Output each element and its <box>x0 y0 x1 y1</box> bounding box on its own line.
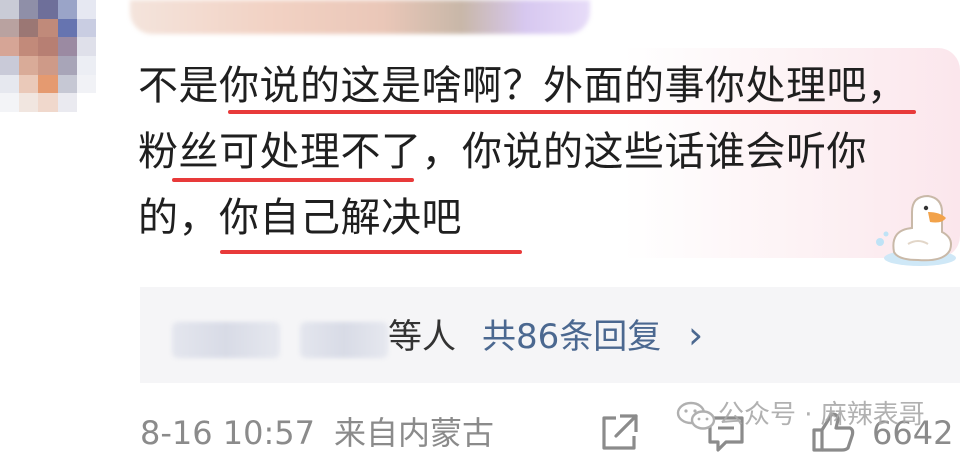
blurred-username <box>172 322 280 358</box>
chevron-right-icon[interactable]: › <box>688 312 703 358</box>
duck-icon <box>876 194 956 266</box>
avatar[interactable] <box>0 0 96 112</box>
wechat-icon <box>676 401 716 430</box>
highlight-underline <box>220 250 522 254</box>
comment-view: 不是你说的这是啥啊？外面的事你处理吧， 粉丝可处理不了，你说的这些话谁会听你 的… <box>0 0 960 455</box>
blurred-username <box>300 322 388 358</box>
comment-text-line-1: 不是你说的这是啥啊？外面的事你处理吧， <box>138 63 908 109</box>
comment-text-line-3: 的，你自己解决吧 <box>138 195 462 241</box>
highlight-underline <box>228 110 916 114</box>
watermark-text: 公众号 · 麻辣表哥 <box>718 400 925 430</box>
comment-timestamp: 8-16 10:57 <box>140 414 316 452</box>
replies-suffix: 等人 <box>388 317 456 357</box>
blurred-content-strip <box>130 0 590 34</box>
highlight-underline <box>172 178 414 182</box>
comment-location: 来自内蒙古 <box>334 414 495 452</box>
reply-count-link[interactable]: 共86条回复 <box>482 314 661 360</box>
comment-text-line-2: 粉丝可处理不了，你说的这些话谁会听你 <box>138 129 867 175</box>
share-icon[interactable] <box>598 412 640 454</box>
